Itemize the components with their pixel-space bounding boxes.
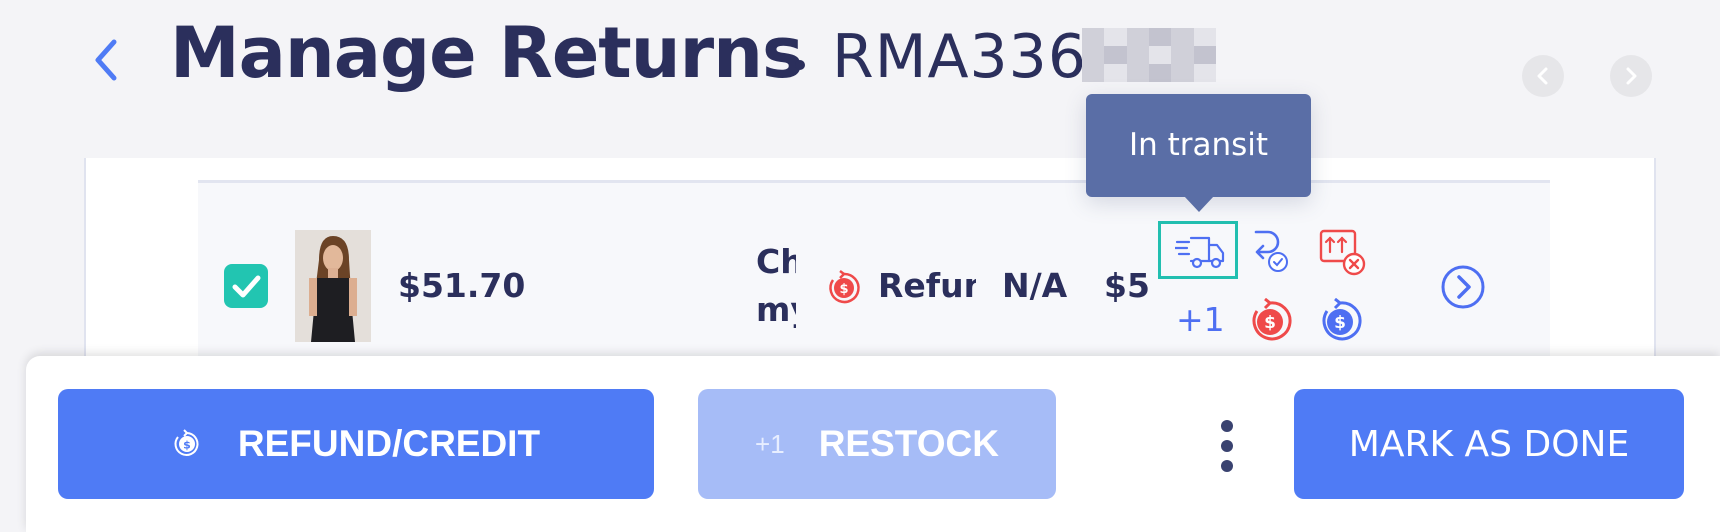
page-title: Manage Returns: [170, 12, 804, 94]
row-detail-chevron-icon[interactable]: [1440, 264, 1486, 310]
return-reason-line2: my: [756, 290, 796, 329]
svg-text:$: $: [1264, 313, 1276, 333]
more-options-button[interactable]: [1212, 420, 1242, 472]
refund-amount: $51.70: [1104, 266, 1148, 305]
chevron-right-icon: [1626, 67, 1637, 85]
credit-dollar-icon[interactable]: $: [1318, 298, 1362, 344]
redacted-rma-suffix: [1082, 28, 1216, 82]
back-chevron-icon[interactable]: [86, 34, 126, 86]
refund-dollar-icon: $: [829, 270, 860, 304]
mark-as-done-button[interactable]: MARK AS DONE: [1294, 389, 1684, 499]
checkmark-icon: [232, 275, 261, 298]
return-reason-line1: Ch: [756, 242, 796, 281]
refund-coin-icon: $: [174, 429, 199, 456]
page-header: Manage Returns RMA336: [0, 0, 1720, 120]
restock-label: RESTOCK: [818, 423, 999, 464]
next-return-button[interactable]: [1610, 55, 1652, 97]
refund-dollar-icon[interactable]: $: [1248, 298, 1292, 344]
product-image: [295, 230, 371, 342]
svg-text:$: $: [1334, 313, 1346, 333]
additional-actions-count[interactable]: +1: [1176, 300, 1225, 339]
title-separator-dot: [795, 60, 805, 70]
item-price: $51.70: [398, 266, 526, 305]
item-select-checkbox[interactable]: [224, 264, 268, 308]
status-in-transit-button[interactable]: [1158, 221, 1238, 279]
resolution-type: Refund: [878, 266, 976, 305]
status-tooltip: In transit: [1086, 94, 1311, 197]
restock-button[interactable]: +1 RESTOCK: [698, 389, 1056, 499]
refund-credit-label: REFUND/CREDIT: [237, 423, 541, 464]
rma-number: RMA336: [832, 22, 1088, 92]
chevron-left-icon: [1537, 67, 1548, 85]
truck-icon: [1175, 236, 1225, 269]
refund-credit-button[interactable]: $ REFUND/CREDIT: [58, 389, 654, 499]
svg-text:$: $: [839, 282, 848, 297]
reject-package-icon[interactable]: [1318, 228, 1366, 276]
previous-return-button[interactable]: [1522, 55, 1564, 97]
tooltip-arrow: [1184, 196, 1214, 212]
restock-count: +1: [755, 428, 785, 459]
item-condition: N/A: [1002, 266, 1068, 305]
mark-as-done-label: MARK AS DONE: [1348, 423, 1630, 465]
svg-text:$: $: [183, 439, 191, 452]
return-check-icon[interactable]: [1250, 228, 1290, 274]
